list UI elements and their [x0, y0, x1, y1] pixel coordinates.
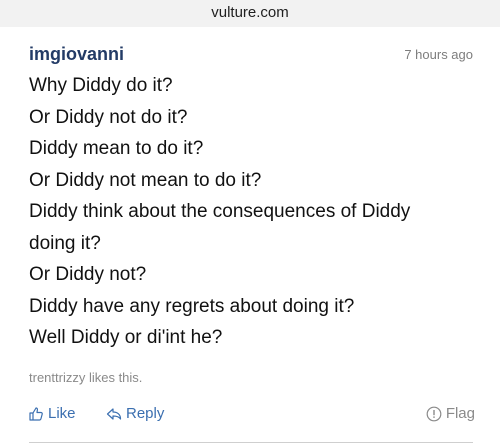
likes-summary[interactable]: trenttrizzy likes this.	[29, 370, 142, 385]
comment-username[interactable]: imgiovanni	[29, 44, 124, 65]
comment-line: Or Diddy not?	[29, 264, 147, 285]
url-text: vulture.com	[211, 4, 289, 21]
comment-line: doing it?	[29, 232, 101, 254]
comment-line: Why Diddy do it?	[29, 75, 173, 96]
reply-arrow-icon	[106, 407, 122, 420]
comment-line: Diddy have any regrets about doing it?	[29, 295, 355, 317]
comment-body: Why Diddy do it? Or Diddy not do it? Did…	[29, 70, 479, 354]
flag-label: Flag	[445, 405, 475, 422]
exclamation-circle-icon	[426, 406, 442, 421]
browser-url-bar[interactable]: vulture.com	[0, 0, 500, 27]
reply-button[interactable]: Reply	[106, 405, 164, 422]
comment-line: Well Diddy or di'int he?	[29, 327, 223, 348]
comment-timestamp: 7 hours ago	[404, 47, 473, 62]
flag-button[interactable]: Flag	[426, 405, 475, 422]
thumbs-up-icon	[29, 406, 43, 421]
comment-line: Diddy mean to do it?	[29, 138, 204, 159]
comment-line: Or Diddy not mean to do it?	[29, 169, 262, 191]
like-label: Like	[48, 405, 76, 422]
comment-line: Diddy think about the consequences of Di…	[29, 201, 411, 222]
comment-card: imgiovanni 7 hours ago Why Diddy do it? …	[0, 27, 500, 447]
like-button[interactable]: Like	[28, 405, 76, 422]
reply-label: Reply	[126, 405, 165, 422]
comment-actions: Like Reply Flag	[0, 405, 500, 429]
divider	[29, 442, 473, 443]
comment-line: Or Diddy not do it?	[29, 106, 188, 128]
